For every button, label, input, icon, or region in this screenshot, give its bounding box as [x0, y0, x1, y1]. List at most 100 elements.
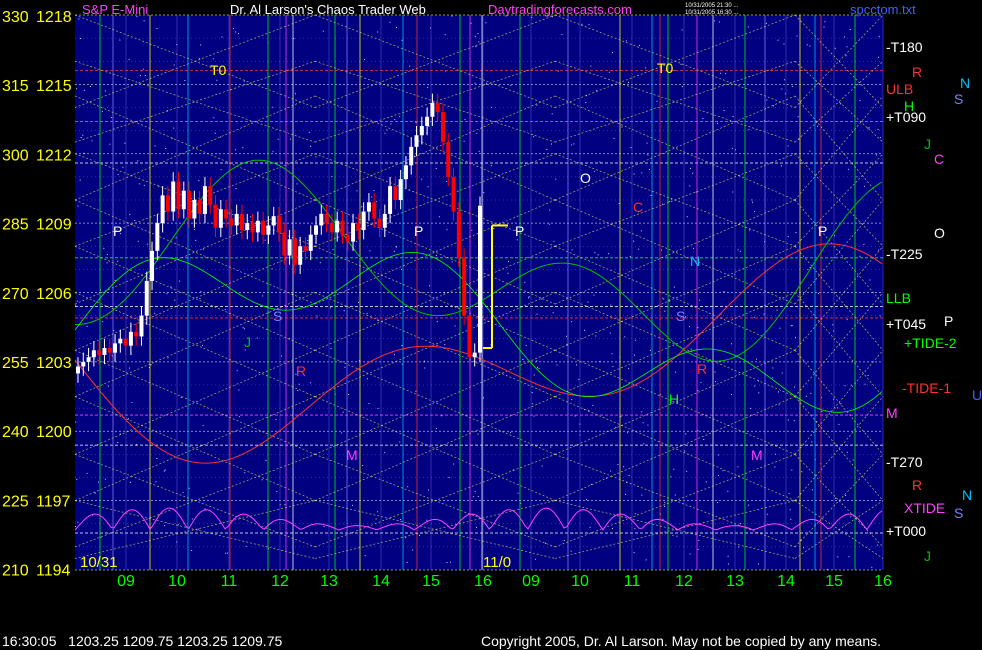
star — [446, 562, 448, 563]
star — [795, 232, 797, 233]
star — [629, 255, 631, 257]
star — [319, 262, 321, 264]
cycle-plot-label: P — [414, 223, 423, 239]
right-cycle-label: +T090 — [886, 109, 926, 125]
title-main: Dr. Al Larson's Chaos Trader Web — [230, 2, 426, 17]
star — [76, 300, 78, 302]
star — [424, 367, 426, 369]
price-bar — [229, 218, 234, 226]
price-bar — [123, 338, 128, 346]
star — [684, 450, 686, 452]
star — [117, 260, 119, 262]
star — [427, 87, 429, 89]
star — [823, 26, 825, 28]
star — [664, 310, 666, 312]
star — [585, 102, 587, 103]
star — [763, 313, 765, 315]
site-link[interactable]: Daytradingforecasts.com — [488, 2, 632, 17]
star — [104, 478, 106, 480]
star — [587, 301, 589, 303]
star — [727, 490, 729, 492]
right-cycle-label: N — [962, 487, 972, 503]
star — [295, 93, 296, 95]
price-bar — [319, 213, 324, 226]
star — [832, 324, 834, 326]
star — [143, 68, 145, 70]
star — [75, 421, 77, 423]
star — [131, 402, 133, 404]
star — [673, 286, 675, 288]
star — [180, 396, 182, 398]
star — [401, 344, 403, 346]
price-bar — [340, 220, 345, 235]
star — [114, 279, 116, 281]
star — [611, 353, 613, 355]
star — [645, 67, 647, 69]
star — [394, 354, 395, 356]
hour-label: 16 — [474, 573, 492, 590]
star — [221, 36, 223, 38]
star — [341, 432, 343, 434]
star — [167, 357, 169, 359]
star — [668, 200, 670, 202]
price-bar — [160, 195, 165, 224]
star — [581, 23, 583, 25]
star — [243, 80, 245, 82]
star — [634, 354, 635, 356]
star — [781, 372, 783, 374]
star — [847, 168, 849, 170]
star — [366, 312, 368, 314]
star — [261, 479, 263, 481]
star — [595, 335, 597, 337]
cycle-plot-label: T0 — [657, 60, 674, 76]
star — [877, 544, 879, 546]
star — [772, 367, 774, 369]
star — [401, 39, 403, 41]
star — [722, 470, 724, 472]
right-cycle-label: -TIDE-1 — [902, 380, 951, 396]
price-bar — [308, 234, 313, 251]
star — [738, 546, 740, 548]
price-bar — [335, 220, 340, 233]
data-file-name: spcctom.txt — [850, 2, 916, 17]
star — [390, 123, 392, 125]
star — [315, 156, 317, 158]
star — [553, 240, 555, 242]
star — [840, 403, 842, 405]
price-bar — [187, 190, 192, 219]
star — [674, 494, 676, 496]
price-bar — [128, 331, 133, 346]
star — [776, 309, 778, 311]
star — [536, 360, 538, 362]
price-bar — [245, 223, 250, 231]
star — [739, 250, 741, 252]
left-scale-outer-label: 300 — [2, 147, 29, 164]
star — [451, 15, 453, 17]
star — [548, 223, 550, 225]
star — [610, 304, 612, 306]
price-bar — [472, 352, 477, 358]
star — [475, 46, 477, 48]
star — [541, 465, 543, 467]
star — [546, 149, 548, 150]
star — [834, 47, 836, 49]
title-left: S&P E-Mini — [82, 2, 148, 17]
right-cycle-label: J — [924, 136, 931, 152]
star — [556, 364, 558, 366]
star — [664, 505, 665, 507]
star — [173, 127, 175, 129]
star — [789, 509, 791, 511]
star — [242, 147, 244, 149]
left-scale-outer-label: 270 — [2, 286, 29, 303]
star — [335, 219, 337, 221]
price-bar — [298, 246, 303, 265]
price-bar — [176, 181, 181, 210]
price-chart: T0 T0P P P POCNS SR RHM MJ S&P E-Mini Dr. Al La… — [0, 0, 982, 650]
price-bar — [282, 232, 287, 256]
star — [697, 548, 699, 550]
star — [717, 502, 719, 503]
price-bar — [139, 315, 144, 337]
cycle-plot-label: M — [751, 447, 763, 463]
hour-label: 11 — [624, 573, 641, 590]
price-bar — [181, 190, 186, 210]
